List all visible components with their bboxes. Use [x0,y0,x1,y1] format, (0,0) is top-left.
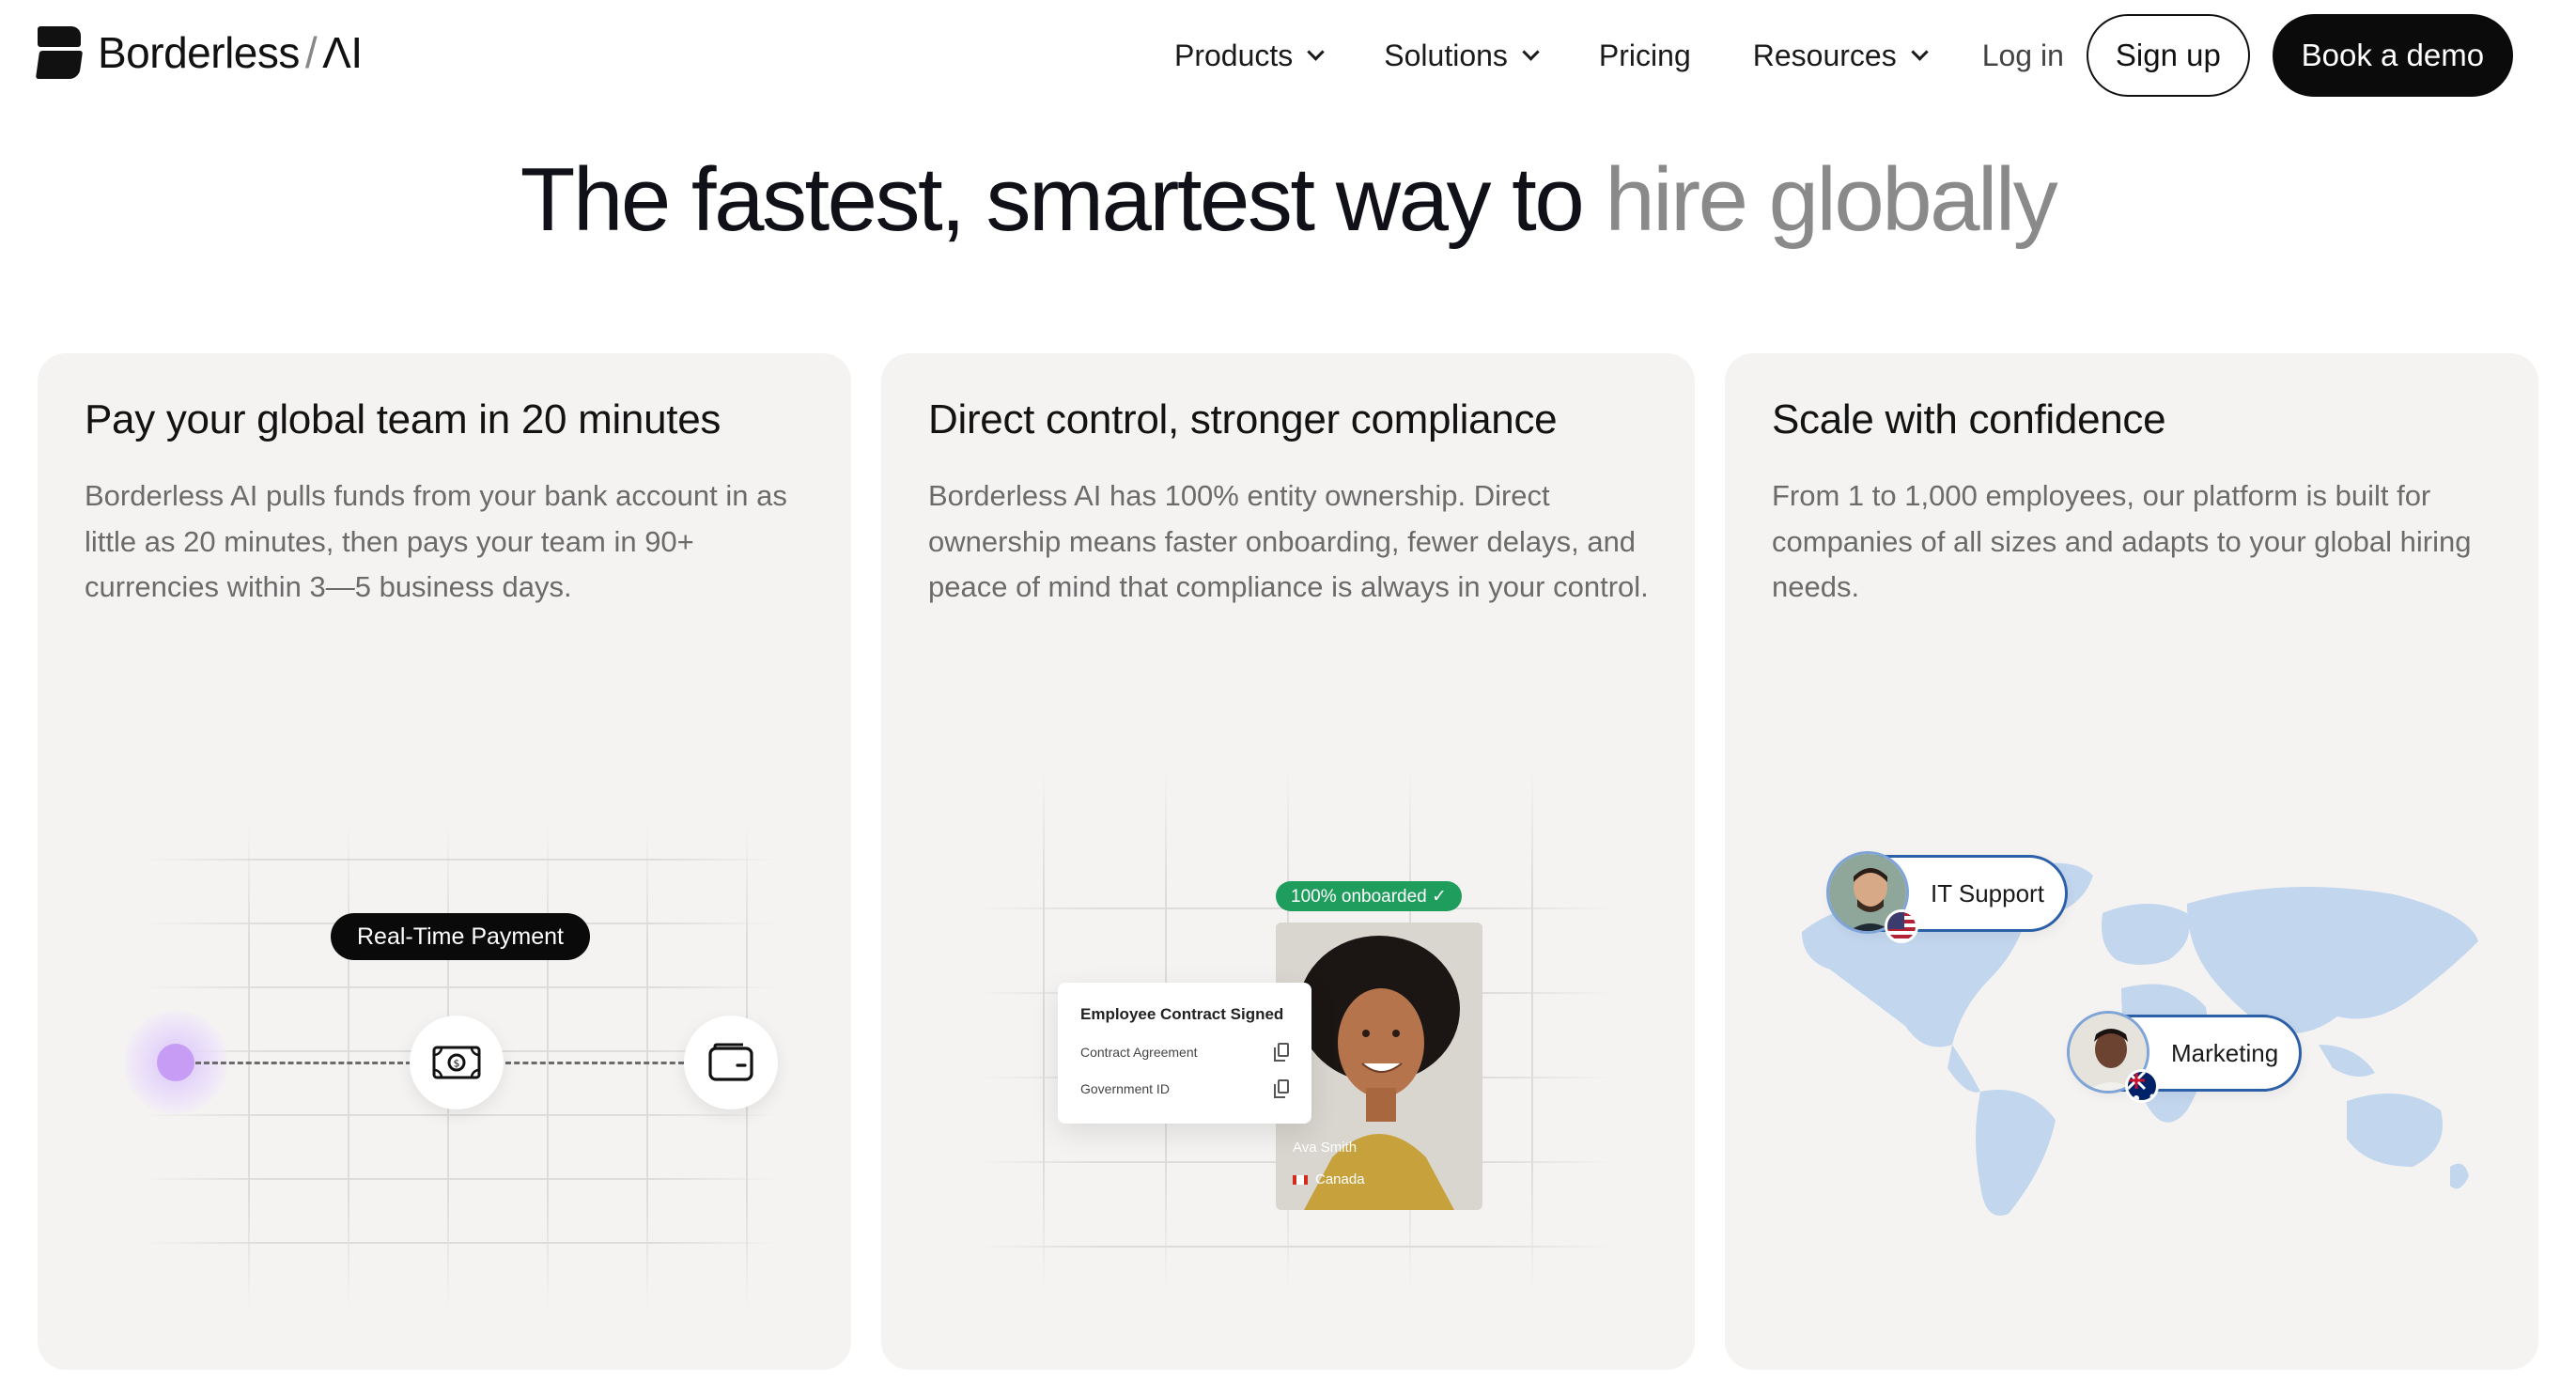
card-title: Direct control, stronger compliance [928,396,1558,442]
book-demo-button[interactable]: Book a demo [2272,14,2513,97]
logo-main-text: Borderless [98,28,300,77]
employee-name: Ava Smith [1293,1140,1358,1156]
chevron-down-icon [1910,42,1929,61]
nav-item-label: Solutions [1384,38,1508,72]
employee-country: Canada [1293,1171,1365,1187]
chevron-down-icon [1307,42,1325,61]
logo-mark-icon [35,26,84,79]
card-description: Borderless AI has 100% entity ownership.… [928,479,1649,603]
copy-icon[interactable] [1274,1079,1289,1098]
logo-suffix-text: ΛI [322,28,363,77]
dashed-connector [195,1062,411,1064]
canada-flag-icon [1293,1174,1308,1185]
nav-item-resources[interactable]: Resources [1752,38,1929,73]
wallet-icon [708,1043,753,1081]
feature-card-scale: Scale with confidence From 1 to 1,000 em… [1725,353,2538,1370]
doc-row-government-id: Government ID [1080,1081,1170,1096]
page-title: The fastest, smartest way to hire global… [0,148,2576,252]
svg-text:$: $ [454,1058,460,1070]
realtime-payment-pill: Real-Time Payment [331,913,590,960]
copy-icon[interactable] [1274,1043,1289,1062]
source-dot [157,1044,194,1081]
card-title: Pay your global team in 20 minutes [85,396,722,442]
doc-card-title: Employee Contract Signed [1080,1005,1284,1023]
country-label: Canada [1315,1171,1365,1187]
top-navbar: Borderless / ΛI Products Solutions Pricing… [0,0,2576,111]
headline-accent: hire globally [1605,149,2057,250]
nav-item-label: Products [1174,38,1294,72]
card-title: Scale with confidence [1772,396,2166,442]
logo-separator: / [304,28,318,77]
card-description: From 1 to 1,000 employees, our platform … [1772,479,2472,603]
banknote-icon: $ [432,1046,481,1079]
chevron-down-icon [1522,42,1540,61]
logo-wordmark: Borderless / ΛI [98,27,363,78]
nav-item-label: Resources [1752,38,1897,72]
feature-card-compliance: Direct control, stronger compliance Bord… [881,353,1695,1370]
headline-main: The fastest, smartest way to [520,149,1606,250]
nav-item-products[interactable]: Products [1174,38,1325,73]
onboarded-badge: 100% onboarded ✓ [1276,881,1462,911]
login-link[interactable]: Log in [1982,39,2064,73]
doc-row-contract: Contract Agreement [1080,1045,1198,1060]
brand-logo[interactable]: Borderless / ΛI [35,26,363,79]
nav-item-pricing[interactable]: Pricing [1599,39,1691,73]
dashed-connector [505,1062,684,1064]
nav-item-solutions[interactable]: Solutions [1384,38,1540,73]
signup-button[interactable]: Sign up [2086,14,2250,97]
usa-flag-icon [1885,909,1918,943]
nav-item-label: Pricing [1598,38,1691,72]
feature-card-payments: Pay your global team in 20 minutes Borde… [38,353,851,1370]
money-node: $ [410,1016,504,1109]
page: Borderless / ΛI Products Solutions Pricing… [0,0,2576,1396]
wallet-node [684,1016,778,1109]
australia-flag-icon [2125,1069,2159,1103]
tag-label: Marketing [2171,1038,2279,1067]
contract-signed-card: Employee Contract Signed Contract Agreem… [1058,983,1311,1124]
nav-links: Products Solutions Pricing Resources Log… [1174,14,2513,97]
tag-label: IT Support [1931,878,2044,907]
card-description: Borderless AI pulls funds from your bank… [85,479,787,603]
